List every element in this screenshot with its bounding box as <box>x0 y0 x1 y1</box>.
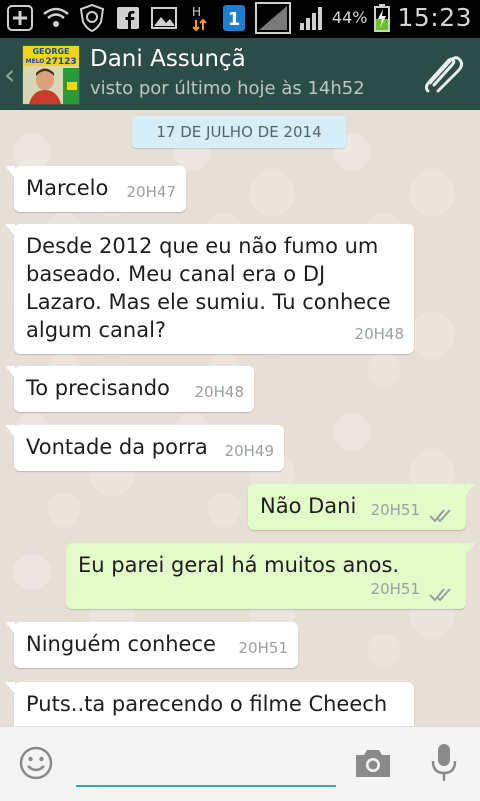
signal-box-icon <box>254 1 292 34</box>
shield-icon <box>78 4 106 32</box>
message-text: Não Dani <box>260 494 357 518</box>
avatar-text-3: 27123 <box>45 57 76 67</box>
h-label: H <box>192 5 201 19</box>
camera-icon[interactable] <box>354 747 392 779</box>
avatar[interactable]: GEORGE MELO 27123 <box>22 45 80 105</box>
last-seen-status: visto por último hoje às 14h52 <box>90 78 365 99</box>
battery-charging-icon <box>373 3 391 32</box>
battery-percent: 44% <box>331 8 368 27</box>
message-bubble[interactable]: Não Dani 20H51 <box>248 484 475 530</box>
add-icon <box>6 4 34 32</box>
message-bubble[interactable]: Puts..ta parecendo o filme Cheech <box>5 682 414 726</box>
message-bubble[interactable]: Ninguém conhece 20H51 <box>5 622 298 668</box>
chevron-left-icon[interactable]: ‹ <box>4 58 15 91</box>
paperclip-icon[interactable] <box>422 54 466 94</box>
avatar-text-1: GEORGE <box>32 47 69 56</box>
message-text: Desde 2012 que eu não fumo um baseado. M… <box>26 234 391 342</box>
notification-icons <box>6 4 178 32</box>
signal-strength-icon <box>298 4 326 32</box>
message-time: 20H51 <box>370 580 420 598</box>
contact-name[interactable]: Dani Assunçã <box>90 46 246 72</box>
message-bubble[interactable]: To precisando 20H48 <box>5 366 254 412</box>
message-bubble[interactable]: Vontade da porra 20H49 <box>5 425 284 471</box>
message-text: Puts..ta parecendo o filme Cheech <box>26 692 388 716</box>
clock: 15:23 <box>397 3 472 32</box>
data-arrows-icon: H <box>186 4 214 32</box>
message-input[interactable] <box>76 741 336 787</box>
message-bubble[interactable]: Desde 2012 que eu não fumo um baseado. M… <box>5 224 414 354</box>
gallery-icon <box>150 4 178 32</box>
message-time: 20H48 <box>354 325 404 343</box>
date-divider: 17 DE JULHO DE 2014 <box>132 116 346 148</box>
system-icons: H 1 44% 15:23 <box>186 1 472 34</box>
message-time: 20H48 <box>194 383 244 401</box>
message-bubble[interactable]: Eu parei geral há muitos anos. 20H51 <box>66 543 475 609</box>
message-input-bar <box>0 726 480 801</box>
message-bubble[interactable]: Marcelo 20H47 <box>5 166 186 212</box>
double-check-icon <box>429 588 451 602</box>
facebook-icon <box>114 4 142 32</box>
double-check-icon <box>429 509 451 523</box>
microphone-icon[interactable] <box>430 743 458 783</box>
message-time: 20H47 <box>126 183 176 201</box>
message-time: 20H51 <box>238 639 288 657</box>
message-time: 20H49 <box>224 442 274 460</box>
chat-area[interactable]: 17 DE JULHO DE 2014 Marcelo 20H47 Desde … <box>0 110 480 726</box>
avatar-text-2: MELO <box>26 58 45 65</box>
emoji-icon[interactable] <box>18 745 54 781</box>
badge-one-icon: 1 <box>220 4 248 32</box>
notification-badge: 1 <box>228 9 241 30</box>
status-bar: H 1 44% 15:23 <box>0 0 480 38</box>
wifi-question-icon <box>42 4 70 32</box>
chat-header[interactable]: ‹ GEORGE MELO 27123 Dani Assunçã visto p… <box>0 38 480 110</box>
message-time: 20H51 <box>370 501 420 519</box>
